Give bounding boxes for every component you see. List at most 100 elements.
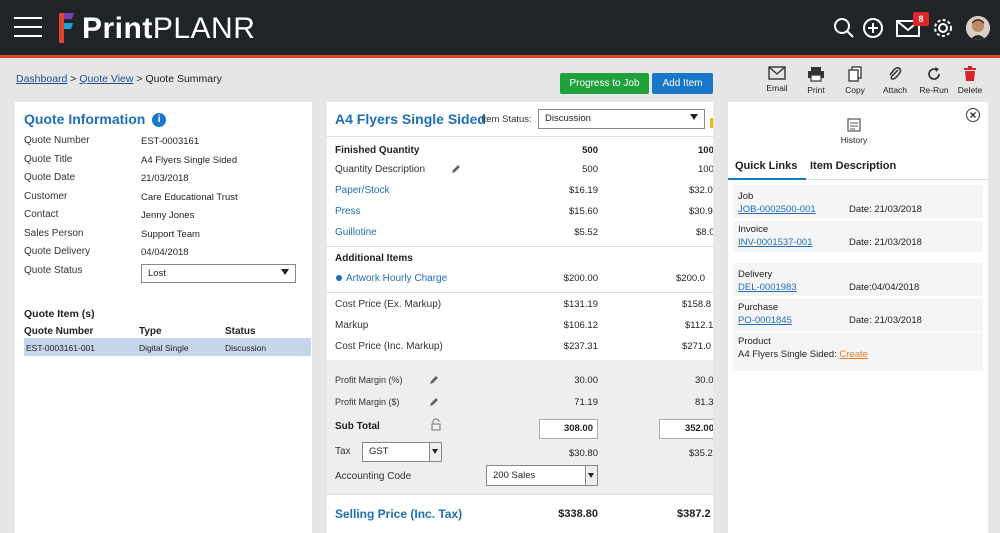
paperclip-icon — [889, 67, 902, 80]
rerun-label: Re-Run — [919, 85, 949, 95]
side-panel: History Quick Links Item Description Job… — [728, 102, 988, 533]
qty1-cost-ex: $131.19 — [563, 299, 598, 310]
rerun-button[interactable]: Re-Run — [914, 66, 954, 95]
field-value: Jenny Jones — [141, 210, 195, 221]
qty2-selling: $387.2 — [677, 508, 711, 520]
create-product-link[interactable]: Create — [839, 349, 868, 360]
field-value: 21/03/2018 — [141, 173, 189, 184]
guillotine-link[interactable]: Guillotine — [335, 227, 377, 238]
delivery-label: Delivery — [738, 269, 773, 280]
email-button[interactable]: Email — [757, 66, 797, 93]
app-logo[interactable]: PrintPLANR — [82, 12, 255, 46]
quote-info-panel: Quote Information i Quote Number EST-000… — [15, 102, 312, 533]
tax-select[interactable]: GST — [362, 442, 442, 462]
delivery-link[interactable]: DEL-0001983 — [738, 282, 797, 293]
col-header-status: Status — [225, 326, 256, 337]
margin-pct-label: Profit Margin (%) — [335, 375, 403, 385]
sub-total-label: Sub Total — [335, 421, 380, 432]
attach-button[interactable]: Attach — [875, 66, 915, 95]
accounting-code-value: 200 Sales — [493, 470, 536, 481]
email-icon — [768, 66, 786, 80]
quote-info-header: Quote Information i — [24, 111, 167, 127]
gear-icon[interactable] — [932, 17, 954, 39]
qty2-paper: $32.0 — [689, 185, 713, 196]
qty2-press: $30.9 — [689, 206, 713, 217]
qty1-markup: $106.12 — [563, 320, 598, 331]
qty2-cost-ex: $158.8 — [682, 299, 712, 310]
item-status-label: Item Status: — [481, 114, 532, 125]
copy-label: Copy — [845, 85, 865, 95]
artwork-hourly-charge-link[interactable]: Artwork Hourly Charge — [346, 273, 447, 284]
field-label: Sales Person — [24, 228, 84, 239]
paper-stock-link[interactable]: Paper/Stock — [335, 185, 389, 196]
print-button[interactable]: Print — [796, 66, 836, 95]
qty2-margin-pct: 30.0 — [695, 375, 713, 386]
field-value: Care Educational Trust — [141, 192, 238, 203]
qty1-selling: $338.80 — [558, 508, 598, 520]
qty1-margin-amt: 71.19 — [574, 397, 598, 408]
qty1-finished: 500 — [582, 145, 598, 156]
markup-label: Markup — [335, 320, 369, 331]
sub-total-input-2[interactable]: 352.00 — [659, 419, 713, 439]
breadcrumb-quote-view[interactable]: Quote View — [79, 73, 133, 85]
product-text: A4 Flyers Single Sided: Create — [738, 349, 868, 360]
pencil-icon[interactable] — [429, 397, 439, 407]
close-button[interactable] — [966, 108, 980, 122]
job-date: Date: 21/03/2018 — [849, 204, 922, 215]
divider — [327, 494, 713, 495]
avatar[interactable] — [966, 16, 990, 40]
quote-status-select[interactable]: Lost — [141, 264, 296, 283]
chevron-down-icon — [432, 449, 438, 454]
progress-to-job-button[interactable]: Progress to Job — [560, 73, 649, 94]
breadcrumb-dashboard[interactable]: Dashboard — [16, 73, 67, 85]
qty1-description: 500 — [582, 164, 598, 175]
attach-label: Attach — [882, 85, 908, 95]
pencil-icon[interactable] — [451, 164, 461, 174]
print-label: Print — [807, 85, 825, 95]
press-link[interactable]: Press — [335, 206, 361, 217]
qty2-tax: $35.2 — [689, 448, 713, 459]
tab-quick-links[interactable]: Quick Links — [735, 160, 797, 172]
add-icon[interactable] — [862, 17, 884, 39]
product-name: A4 Flyers Single Sided: — [738, 349, 837, 360]
tab-item-description[interactable]: Item Description — [810, 160, 896, 172]
accounting-code-label: Accounting Code — [335, 471, 412, 482]
selling-price-label: Selling Price (Inc. Tax) — [335, 507, 463, 521]
purchase-label: Purchase — [738, 302, 779, 313]
quote-status-label: Quote Status — [24, 265, 83, 276]
job-link[interactable]: JOB-0002500-001 — [738, 204, 816, 215]
tax-select-value: GST — [369, 446, 389, 457]
chevron-down-icon — [281, 269, 289, 275]
sub-total-input-1[interactable]: 308.00 — [539, 419, 598, 439]
field-label: Customer — [24, 191, 68, 202]
row-type: Digital Single — [139, 343, 189, 353]
item-status-value: Discussion — [545, 113, 591, 124]
field-value: EST-0003161 — [141, 136, 200, 147]
lock-icon[interactable] — [431, 418, 441, 431]
col-header-quote-number: Quote Number — [24, 326, 94, 337]
purchase-date: Date: 21/03/2018 — [849, 315, 922, 326]
field-label: Quote Date — [24, 172, 76, 183]
info-icon[interactable]: i — [152, 113, 167, 127]
qty2-margin-amt: 81.3 — [695, 397, 713, 408]
purchase-link[interactable]: PO-0001845 — [738, 315, 792, 326]
copy-button[interactable]: Copy — [835, 66, 875, 95]
table-row[interactable]: EST-0003161-001 Digital Single Discussio… — [24, 338, 311, 356]
item-status-select[interactable]: Discussion — [538, 109, 705, 129]
delete-button[interactable]: Delete — [950, 66, 990, 95]
history-button[interactable]: History — [836, 118, 872, 145]
qty2-cost-inc: $271.0 — [682, 341, 712, 352]
menu-icon[interactable] — [14, 17, 42, 37]
margin-amt-label: Profit Margin ($) — [335, 397, 400, 407]
close-icon — [970, 112, 976, 118]
quick-links-group-2: Product A4 Flyers Single Sided: Create — [733, 333, 983, 371]
quote-items-title: Quote Item (s) — [24, 308, 95, 320]
invoice-link[interactable]: INV-0001537-001 — [738, 237, 812, 248]
qty2-finished: 100 — [698, 145, 713, 156]
pencil-icon[interactable] — [429, 375, 439, 385]
add-item-button[interactable]: Add Item — [652, 73, 713, 94]
accounting-code-select[interactable]: 200 Sales — [486, 465, 598, 486]
qty1-artwork: $200.00 — [563, 273, 598, 284]
cost-inc-label: Cost Price (Inc. Markup) — [335, 341, 443, 352]
search-icon[interactable] — [833, 17, 855, 39]
